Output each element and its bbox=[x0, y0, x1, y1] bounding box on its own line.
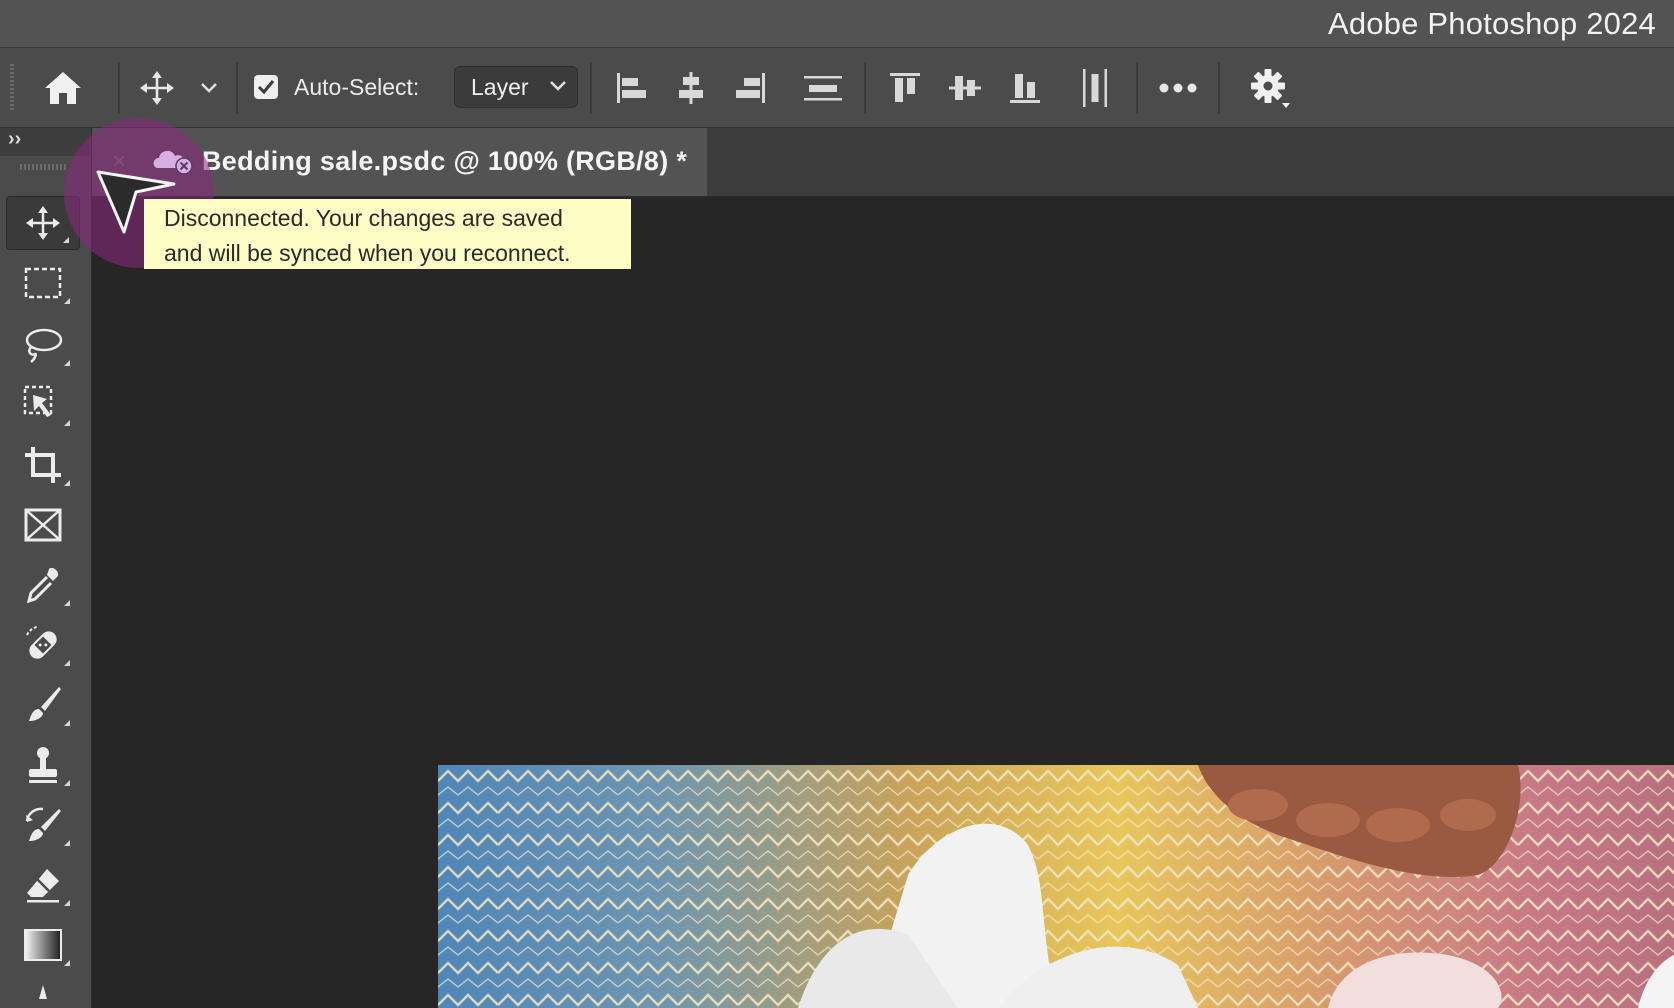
auto-select-checkbox[interactable] bbox=[254, 75, 278, 99]
pen-icon bbox=[39, 985, 47, 999]
distribute-vertical-button[interactable] bbox=[798, 48, 848, 127]
align-left-icon bbox=[617, 72, 646, 103]
align-horizontal-center-icon bbox=[679, 71, 703, 104]
frame-tool[interactable] bbox=[6, 498, 80, 552]
align-right-icon bbox=[736, 72, 765, 103]
separator bbox=[864, 62, 866, 114]
align-vertical-centers-button[interactable] bbox=[940, 48, 990, 127]
tools-panel: ›› bbox=[0, 128, 92, 1008]
separator bbox=[590, 62, 592, 114]
history-brush-icon bbox=[25, 807, 61, 841]
separator bbox=[1218, 62, 1220, 114]
cursor-arrow-icon bbox=[96, 170, 176, 234]
separator bbox=[118, 62, 120, 114]
next-tool-partial[interactable] bbox=[6, 978, 80, 1008]
stamp-icon bbox=[29, 747, 57, 783]
artwork-pattern bbox=[438, 765, 1674, 1008]
align-vertical-center-icon bbox=[949, 75, 981, 100]
distribute-horizontal-icon bbox=[1083, 68, 1107, 107]
eyedropper-tool[interactable] bbox=[6, 558, 80, 612]
align-top-icon bbox=[890, 72, 920, 102]
tool-group-indicator bbox=[64, 298, 70, 304]
tool-group-indicator bbox=[64, 420, 70, 426]
mouse-pointer bbox=[96, 170, 176, 245]
document-tab-bar: × Bedding sale.psdc @ 100% (RGB/8) * bbox=[92, 128, 1674, 197]
clone-stamp-tool[interactable] bbox=[6, 738, 80, 792]
distribute-horizontal-button[interactable] bbox=[1070, 48, 1120, 127]
rectangular-marquee-tool[interactable] bbox=[6, 256, 80, 310]
tool-group-indicator bbox=[64, 660, 70, 666]
marquee-icon bbox=[24, 267, 62, 299]
tool-group-indicator bbox=[64, 840, 70, 846]
disconnected-tooltip: Disconnected. Your changes are saved and… bbox=[144, 199, 631, 269]
align-horizontal-centers-button[interactable] bbox=[666, 48, 716, 127]
auto-select-label-wrap: Auto-Select: bbox=[294, 48, 444, 127]
gradient-icon bbox=[24, 929, 62, 961]
gradient-tool[interactable] bbox=[6, 918, 80, 972]
lasso-tool[interactable] bbox=[6, 318, 80, 372]
history-brush-tool[interactable] bbox=[6, 798, 80, 852]
move-icon bbox=[140, 70, 174, 105]
bandage-icon bbox=[26, 626, 57, 659]
tool-group-indicator bbox=[64, 600, 70, 606]
document-tab-title: Bedding sale.psdc @ 100% (RGB/8) * bbox=[202, 146, 688, 176]
tool-group-indicator bbox=[64, 360, 70, 366]
brush-tool[interactable] bbox=[6, 678, 80, 732]
align-bottom-edges-button[interactable] bbox=[1000, 48, 1050, 127]
distribute-vertical-icon bbox=[804, 75, 842, 100]
options-bar-grip[interactable] bbox=[10, 64, 14, 110]
auto-select-target-value: Layer bbox=[471, 73, 529, 100]
tool-group-indicator bbox=[64, 720, 70, 726]
move-icon bbox=[26, 206, 60, 240]
app-title: Adobe Photoshop 2024 bbox=[1327, 6, 1656, 41]
tool-group-indicator bbox=[64, 480, 70, 486]
object-selection-tool[interactable] bbox=[6, 378, 80, 432]
crop-tool[interactable] bbox=[6, 438, 80, 492]
home-button[interactable] bbox=[36, 48, 90, 127]
align-top-edges-button[interactable] bbox=[880, 48, 930, 127]
separator bbox=[236, 62, 238, 114]
document-artwork[interactable] bbox=[438, 765, 1674, 1008]
chevron-down-icon bbox=[201, 82, 217, 93]
frame-icon bbox=[24, 508, 62, 542]
tools-panel-grip[interactable] bbox=[20, 164, 66, 170]
ellipsis-icon bbox=[1159, 83, 1197, 92]
tooltip-line-2: and will be synced when you reconnect. bbox=[164, 240, 571, 266]
align-left-edges-button[interactable] bbox=[606, 48, 656, 127]
settings-button[interactable] bbox=[1240, 48, 1300, 127]
title-bar: Adobe Photoshop 2024 bbox=[0, 0, 1674, 48]
home-icon bbox=[45, 71, 81, 104]
tool-group-indicator bbox=[64, 960, 70, 966]
auto-select-target-select[interactable]: Layer bbox=[454, 66, 578, 108]
spot-healing-brush-tool[interactable] bbox=[6, 618, 80, 672]
tool-preset-dropdown[interactable] bbox=[194, 48, 224, 127]
tool-group-indicator bbox=[64, 900, 70, 906]
eraser-icon bbox=[27, 869, 59, 903]
tooltip-line-1: Disconnected. Your changes are saved bbox=[164, 205, 563, 231]
align-right-edges-button[interactable] bbox=[726, 48, 776, 127]
crop-icon bbox=[25, 447, 61, 483]
brush-icon bbox=[29, 687, 61, 721]
auto-select-label: Auto-Select: bbox=[294, 74, 420, 100]
more-options-button[interactable] bbox=[1150, 48, 1206, 127]
tool-group-indicator bbox=[64, 780, 70, 786]
align-bottom-icon bbox=[1010, 73, 1040, 103]
gear-icon bbox=[1251, 68, 1290, 108]
checkmark-icon bbox=[257, 80, 275, 95]
tool-group-indicator bbox=[63, 237, 69, 243]
lasso-icon bbox=[25, 328, 63, 363]
move-tool-preset-button[interactable] bbox=[130, 48, 184, 127]
eraser-tool[interactable] bbox=[6, 858, 80, 912]
eyedropper-icon bbox=[26, 567, 59, 604]
separator bbox=[1136, 62, 1138, 114]
chevron-down-icon bbox=[550, 81, 566, 91]
object-selection-icon bbox=[23, 385, 53, 417]
expand-panel-button[interactable]: ›› bbox=[8, 128, 21, 151]
options-bar: Auto-Select: Layer bbox=[0, 48, 1674, 128]
